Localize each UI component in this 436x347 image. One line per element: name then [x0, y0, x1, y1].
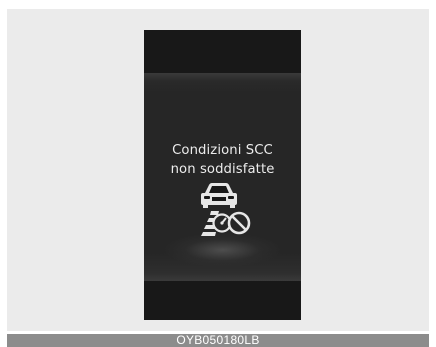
- prohibited-icon: [227, 211, 251, 235]
- message-line-2: non soddisfatte: [170, 162, 275, 177]
- figure-code: OYB050180LB: [176, 333, 260, 347]
- message-line-1: Condizioni SCC: [172, 143, 273, 158]
- scc-warning-message: Condizioni SCC non soddisfatte: [144, 141, 301, 179]
- cluster-display: Condizioni SCC non soddisfatte: [144, 30, 301, 320]
- scc-condition-not-met-icon: [201, 183, 251, 236]
- figure-panel: Condizioni SCC non soddisfatte: [7, 9, 429, 331]
- figure-code-bar: OYB050180LB: [7, 334, 429, 347]
